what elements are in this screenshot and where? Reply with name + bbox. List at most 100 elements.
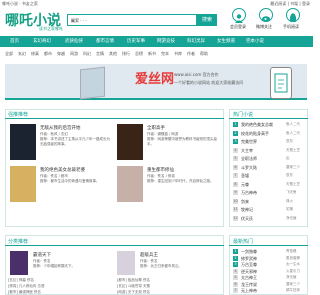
subnav-item[interactable]: 修真 [31, 51, 39, 57]
rank-item[interactable]: 我的绝色美女总裁 [241, 122, 285, 127]
ad-site: www.aisi.com 官方合作 [174, 72, 219, 77]
book-title[interactable]: 我的绝色美女总裁老婆 [40, 167, 110, 173]
search-input[interactable]: 搜索 · · · ⊗ [67, 14, 197, 26]
subnav-item[interactable]: 新书 [148, 51, 156, 57]
ad-title: 爱丝网 [135, 72, 175, 87]
rank-item[interactable]: 校花的贴身高手 [241, 131, 285, 136]
rank-item[interactable]: 万古至尊 [241, 262, 285, 267]
nav-item[interactable]: 都市言情 [96, 38, 114, 44]
rank-author: 辰东 [286, 139, 293, 143]
divider [5, 245, 224, 246]
rank-author: 宅猪 [286, 207, 293, 211]
rank-number: 6 [233, 281, 238, 287]
nav-item[interactable]: 完本小说 [246, 38, 264, 44]
android-icon[interactable] [286, 8, 300, 22]
book-title[interactable]: 全职高手 [147, 125, 219, 131]
rank-item[interactable]: 逆天邪神 [241, 269, 285, 274]
rank-item[interactable]: 太古神王 [241, 275, 285, 280]
book-meta: 作者：佚名 / 都市 推荐：都市生活中的奇遇与爱情故事。 [40, 174, 100, 183]
nav-item[interactable]: 网游竞技 [157, 38, 175, 44]
book-meta: 作者：秋风 / 玄幻 推荐：本书讲述了主角从平凡少年一路成长为无敌强者的故事。 [40, 132, 110, 146]
rank-author: 火星引力 [286, 268, 300, 273]
hot-title: 强推推荐 [8, 112, 29, 118]
rank-author: 飞天鱼 [286, 190, 297, 194]
nav-item[interactable]: 玄幻奇幻 [33, 38, 51, 44]
rank-item[interactable]: 全职法师 [241, 156, 285, 161]
book-title[interactable]: 无敌从我的后宫开始 [40, 125, 110, 131]
subnav-item[interactable]: 帮助 [200, 51, 208, 57]
rank-number: 5 [233, 275, 238, 280]
book-meta: 作者：蝴蝶蓝 / 网游 推荐：网游荣耀中被誉为教科书级别的顶尖高手。 [147, 132, 217, 146]
top-links[interactable]: 最近阅读 | 书架 | 登录 [270, 1, 310, 6]
weibo-icon[interactable] [259, 8, 273, 22]
subnav-item[interactable]: 穿越 [57, 51, 65, 57]
subnav-item[interactable]: 总榜 [135, 51, 143, 57]
rank-number: 11 [233, 207, 238, 212]
nav-item[interactable]: 首页 [10, 38, 19, 44]
rank-number: 3 [233, 262, 238, 267]
user-icon[interactable] [232, 8, 246, 23]
clear-icon[interactable]: ⊗ [71, 18, 193, 23]
rank-item[interactable]: 无上神帝 [241, 288, 285, 293]
rank-author: 乱 [286, 156, 290, 160]
rank-number: 3 [233, 139, 238, 144]
rank-item[interactable]: 圣墟 [241, 173, 285, 178]
subnav-item[interactable]: 排行 [122, 51, 130, 57]
rank-author: 净无痕 [286, 215, 297, 220]
book-title[interactable]: 重生都市修仙 [147, 167, 219, 173]
rank-number: 4 [233, 268, 238, 274]
list-item[interactable]: [都市] 极品仙尊 佚名 [117, 278, 217, 283]
nav-item[interactable]: 历史军事 [127, 38, 145, 44]
subnav-item[interactable]: 作者 [187, 51, 195, 57]
subnav-item[interactable]: 完本 [161, 51, 169, 57]
subnav-item[interactable]: 言情 [96, 51, 104, 57]
subnav-item[interactable]: 网游 [70, 51, 78, 57]
book-cover[interactable] [10, 124, 36, 160]
ranking2-title: 最新热门 [233, 239, 254, 245]
rank-item[interactable]: 修罗武神 [241, 256, 285, 261]
rank-author: 天蚕土豆 [286, 147, 300, 152]
divider [229, 118, 308, 119]
book-title[interactable]: 霸道天下 [33, 252, 93, 258]
list-item[interactable]: [修真] 凡人修仙传 忘语 [8, 284, 108, 289]
rank-item[interactable]: 伏天氏 [241, 216, 285, 221]
rank-item[interactable]: 万古神帝 [241, 190, 285, 195]
subnav-item[interactable]: 科幻 [83, 51, 91, 57]
rank-number: 9 [233, 190, 238, 195]
nav-item[interactable]: 女生频道 [217, 38, 235, 44]
rank-item[interactable]: 大主宰 [241, 148, 285, 153]
rank-author: 鱼人二代 [286, 122, 300, 126]
nav-item[interactable]: 科幻灵异 [187, 38, 205, 44]
list-item[interactable]: [都市] 最强神医 佚名 [8, 290, 108, 295]
subnav-item[interactable]: 其他 [109, 51, 117, 57]
book-cover[interactable] [10, 251, 28, 275]
rank-item[interactable]: 龙王传说 [241, 282, 285, 287]
rank-item[interactable]: 一剑独尊 [241, 249, 285, 254]
rank-item[interactable]: 斗罗大陆 [241, 165, 285, 170]
nav-item[interactable]: 武侠仙侠 [65, 38, 83, 44]
subnav-item[interactable]: 都市 [44, 51, 52, 57]
search-button[interactable]: 搜索 [197, 14, 217, 26]
book-cover[interactable] [10, 166, 36, 202]
category-title: 分类推荐 [8, 239, 29, 245]
book-meta: 作者：佚名 推荐：兵王归来都市风云。 [140, 259, 182, 268]
book-cover[interactable] [117, 124, 143, 160]
book-meta: 作者：佚名 推荐：少年崛起称霸天下。 [33, 259, 75, 268]
book-cover[interactable] [117, 251, 135, 275]
list-item[interactable]: [玄幻] 神墓 佚名 [8, 278, 108, 283]
subnav-item[interactable]: 书库 [174, 51, 182, 57]
list-item[interactable]: [玄幻] 斗破苍穹 天蚕 [117, 284, 217, 289]
list-item[interactable]: [网游] 天下无双 佚名 [117, 290, 217, 295]
subnav-item[interactable]: 玄幻 [18, 51, 26, 57]
rank-number: 1 [233, 122, 238, 127]
book-cover[interactable] [117, 166, 143, 202]
rank-item[interactable]: 完美世界 [241, 139, 285, 144]
rank-author: 鱼人二代 [286, 130, 300, 135]
book-title[interactable]: 超级兵王 [140, 252, 200, 258]
rank-number: 8 [233, 181, 238, 187]
rank-item[interactable]: 元尊 [241, 182, 285, 187]
rank-item[interactable]: 剑来 [241, 199, 285, 204]
subnav-item[interactable]: 全部 [5, 51, 13, 57]
rank-item[interactable]: 牧神记 [241, 207, 285, 212]
rank-author: 太一生水 [286, 262, 300, 266]
